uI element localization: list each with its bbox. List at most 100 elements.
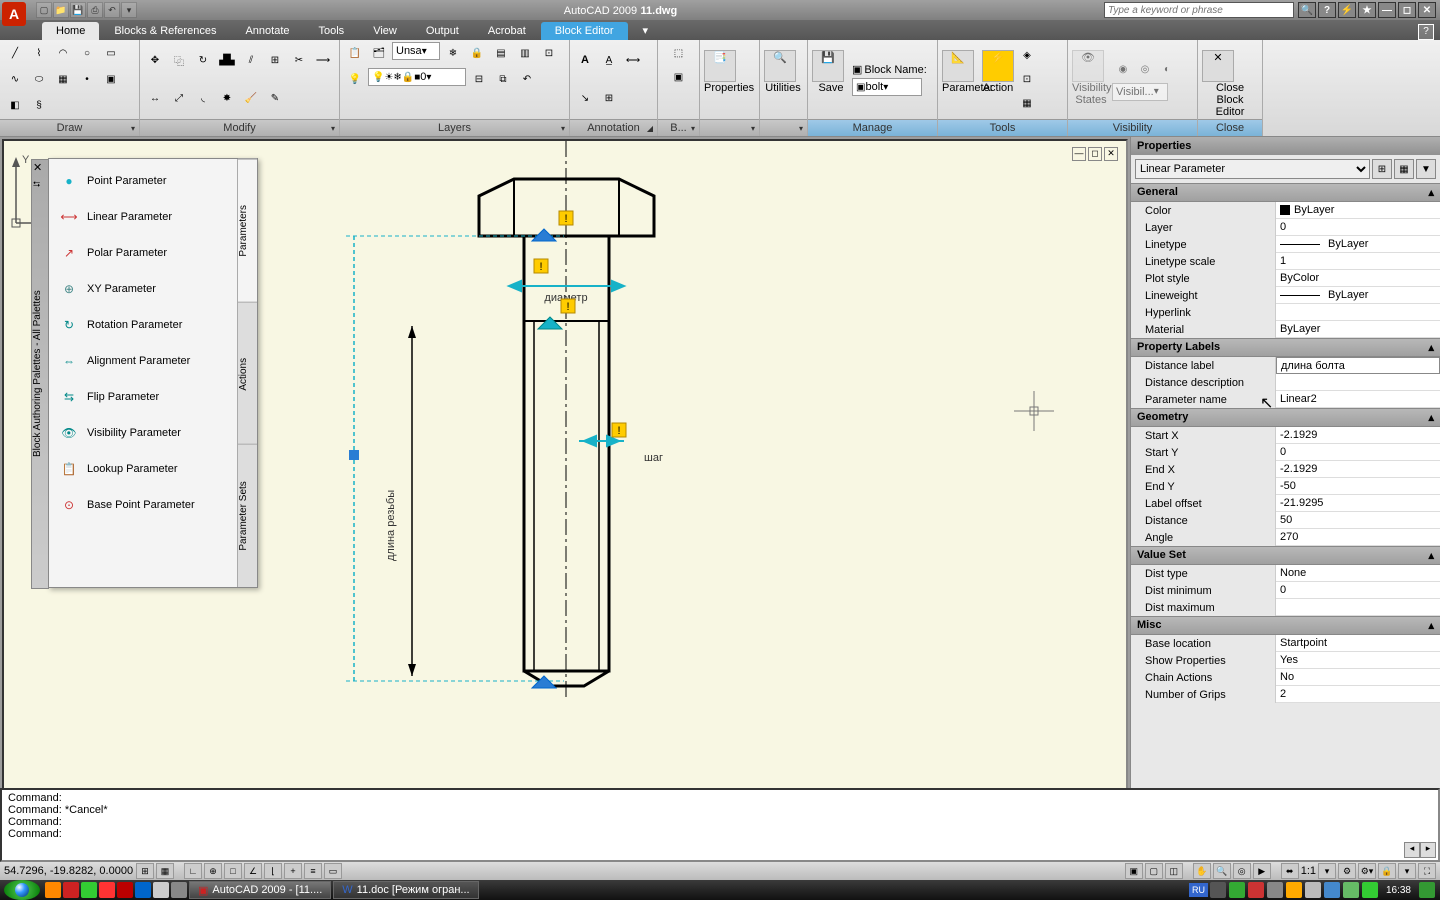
ql-icon[interactable] [45,882,61,898]
tray-icon[interactable] [1248,882,1264,898]
panel-expand-icon[interactable]: ◢ [647,124,653,133]
save-icon[interactable]: 💾 [70,2,86,18]
layer-current-dd[interactable]: 💡☀❄🔒■ 0 ▾ [368,68,466,86]
section-proplabels[interactable]: Property Labels▴ [1131,338,1440,357]
undo-icon[interactable]: ↶ [104,2,120,18]
region-icon[interactable]: ▣ [100,68,122,90]
parameter-button[interactable]: 📐Parameter [942,50,980,110]
circle-icon[interactable]: ○ [76,43,98,65]
object-type-dd[interactable]: Linear Parameter [1135,159,1370,179]
palette-tab-sets[interactable]: Parameter Sets [238,444,257,587]
lock-ui-icon[interactable]: 🔒 [1378,863,1396,879]
tab-expand[interactable]: ▾ [629,21,663,40]
prop-value[interactable]: Yes [1276,652,1440,669]
prop-value[interactable]: 0 [1276,444,1440,461]
palette-item[interactable]: ↗Polar Parameter [53,235,233,271]
prop-value[interactable]: -2.1929 [1276,427,1440,444]
tab-block-editor[interactable]: Block Editor [541,22,628,40]
help-icon[interactable]: ? [1318,2,1336,18]
helix-icon[interactable]: § [28,94,50,116]
leader-icon[interactable]: ↘ [574,88,596,110]
maximize-icon[interactable]: ◻ [1398,2,1416,18]
prop-value[interactable]: ByLayer [1276,236,1440,253]
vp-close-icon[interactable]: ✕ [1104,147,1118,161]
showmotion-icon[interactable]: ▶ [1253,863,1271,879]
tray-icon[interactable] [1267,882,1283,898]
panel-expand-icon[interactable]: ▾ [751,124,755,133]
prop-value[interactable]: 50 [1276,512,1440,529]
otrack-toggle[interactable]: ∠ [244,863,262,879]
comm-icon[interactable]: ⚡ [1338,2,1356,18]
prop-value[interactable] [1276,304,1440,321]
annoscale-icon[interactable]: ⬌ [1281,863,1299,879]
insert-block-icon[interactable]: ⬚ [668,42,690,64]
tray-icon[interactable] [1343,882,1359,898]
ws-switch-icon[interactable]: ⚙▾ [1358,863,1376,879]
trim-icon[interactable]: ✂ [288,49,310,71]
panel-expand-icon[interactable]: ▾ [561,124,565,133]
prop-value[interactable]: ByLayer [1276,287,1440,304]
tray-icon[interactable] [1210,882,1226,898]
tab-home[interactable]: Home [42,22,99,40]
palette-item[interactable]: ●Point Parameter [53,163,233,199]
polyline-icon[interactable]: ⌇ [28,43,50,65]
vp-restore-icon[interactable]: ◻ [1088,147,1102,161]
qview-icon[interactable]: ◫ [1165,863,1183,879]
polar-toggle[interactable]: ⊕ [204,863,222,879]
spline-icon[interactable]: ∿ [4,68,26,90]
prop-value[interactable] [1276,374,1440,391]
pedit-icon[interactable]: ✎ [264,88,286,110]
array-icon[interactable]: ⊞ [264,49,286,71]
param-set-icon[interactable]: ⊡ [1016,69,1038,91]
prop-value[interactable]: 1 [1276,253,1440,270]
ducs-toggle[interactable]: ⌊ [264,863,282,879]
ql-icon[interactable] [135,882,151,898]
palette-item[interactable]: ⟷Linear Parameter [53,199,233,235]
lwt-toggle[interactable]: ≡ [304,863,322,879]
scroll-right-icon[interactable]: ▸ [1420,842,1436,858]
layer-btn2-icon[interactable]: 🔒 [466,42,488,64]
section-geometry[interactable]: Geometry▴ [1131,408,1440,427]
arc-icon[interactable]: ◠ [52,43,74,65]
action-button[interactable]: ⚡Action [982,50,1014,110]
palette-item[interactable]: ⊕XY Parameter [53,271,233,307]
panel-expand-icon[interactable]: ▾ [799,124,803,133]
palette-pin-icon[interactable]: ⮀ [33,179,40,190]
minimize-icon[interactable]: — [1378,2,1396,18]
rotate-icon[interactable]: ↻ [192,49,214,71]
prop-value[interactable]: -21.9295 [1276,495,1440,512]
prop-value[interactable]: -2.1929 [1276,461,1440,478]
search-input[interactable] [1104,2,1294,18]
search-icon[interactable]: 🔍 [1298,2,1316,18]
tab-acrobat[interactable]: Acrobat [474,22,540,40]
tray-icon[interactable] [1229,882,1245,898]
palette-item[interactable]: 👁Visibility Parameter [53,415,233,451]
palette-item[interactable]: ↻Rotation Parameter [53,307,233,343]
tab-view[interactable]: View [359,22,411,40]
tray-settings-icon[interactable]: ▾ [1398,863,1416,879]
annovis-icon[interactable]: ▾ [1318,863,1336,879]
tray-icon[interactable] [1286,882,1302,898]
clean-screen-icon[interactable]: ⛶ [1418,863,1436,879]
layer-match-icon[interactable]: ⧉ [492,68,514,90]
erase-icon[interactable]: 🧹 [240,88,262,110]
layer-prev-icon[interactable]: ↶ [516,68,538,90]
snap-toggle[interactable]: ⊞ [136,863,154,879]
point-icon[interactable]: • [76,68,98,90]
stretch-icon[interactable]: ↔ [144,88,166,110]
layer-btn4-icon[interactable]: ▥ [514,42,536,64]
tray-icon[interactable] [1419,882,1435,898]
tray-icon[interactable] [1305,882,1321,898]
save-block-button[interactable]: 💾Save [812,50,850,110]
prop-value[interactable]: 270 [1276,529,1440,546]
qat-more-icon[interactable]: ▾ [121,2,137,18]
move-icon[interactable]: ✥ [144,49,166,71]
ql-more-icon[interactable] [171,882,187,898]
open-icon[interactable]: 📁 [53,2,69,18]
prop-value[interactable]: 2 [1276,686,1440,703]
prop-value[interactable]: ByLayer [1276,202,1440,219]
ql-icon[interactable] [81,882,97,898]
palette-tab-parameters[interactable]: Parameters [238,159,257,302]
layer-states-icon[interactable]: 🗂 [368,42,390,64]
palette-close-icon[interactable]: ✕ [33,161,42,174]
